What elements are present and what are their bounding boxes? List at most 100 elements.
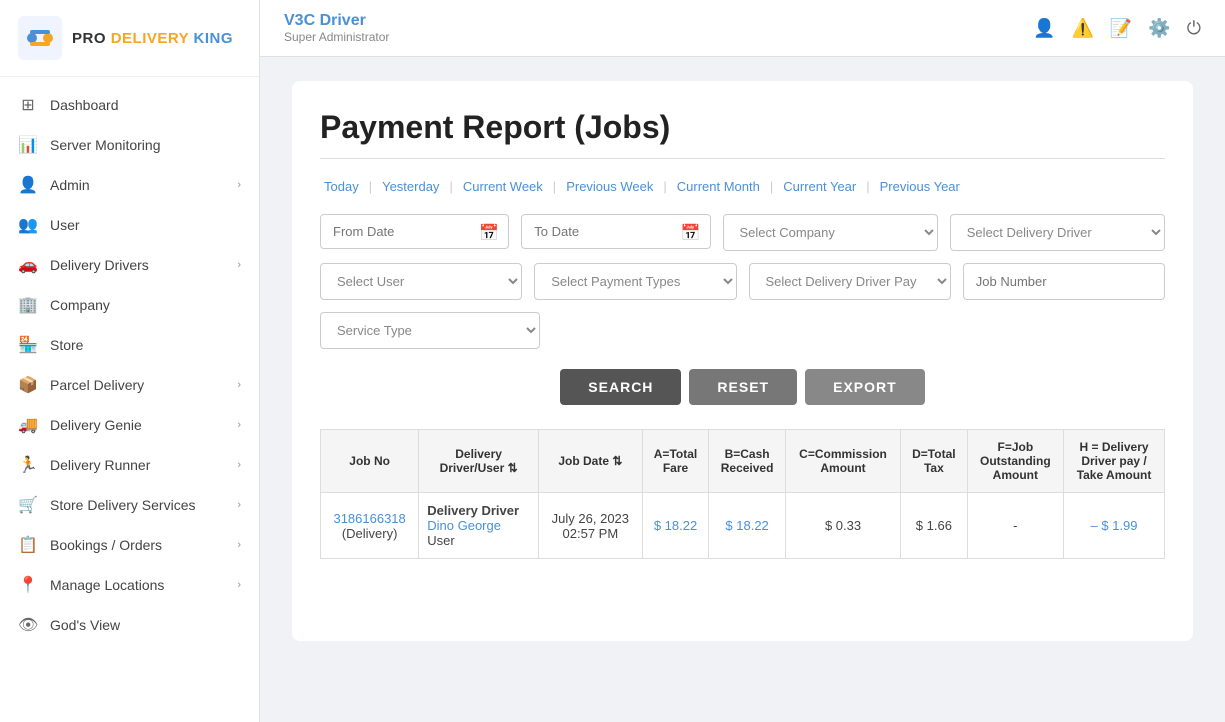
alert-icon[interactable]: ⚠️ bbox=[1071, 18, 1093, 39]
nav-icon-parcel-delivery: 📦 bbox=[18, 375, 38, 395]
page-card: Payment Report (Jobs) Today | Yesterday | Cu… bbox=[292, 81, 1193, 641]
job-type: (Delivery) bbox=[342, 526, 398, 541]
nav-icon-delivery-drivers: 🚗 bbox=[18, 255, 38, 275]
sidebar-item-dashboard[interactable]: ⊞ Dashboard bbox=[0, 85, 259, 125]
to-date-wrapper: 📅 bbox=[521, 214, 710, 251]
sidebar-item-label-bookings-orders: Bookings / Orders bbox=[50, 537, 162, 553]
table-header-row: Job No DeliveryDriver/User ⇅ Job Date ⇅ … bbox=[321, 430, 1165, 493]
cell-job-date: July 26, 202302:57 PM bbox=[538, 493, 642, 559]
content: Payment Report (Jobs) Today | Yesterday | Cu… bbox=[260, 57, 1225, 722]
date-filter-sep-0: | bbox=[369, 179, 372, 194]
main-area: V3C Driver Super Administrator 👤 ⚠️ 📝 ⚙️… bbox=[260, 0, 1225, 722]
sidebar-item-server-monitoring[interactable]: 📊 Server Monitoring bbox=[0, 125, 259, 165]
total-fare-link[interactable]: $ 18.22 bbox=[654, 518, 697, 533]
logo-delivery: DELIVERY bbox=[111, 30, 189, 47]
topbar-left: V3C Driver Super Administrator bbox=[284, 12, 389, 44]
driver-link[interactable]: Dino George bbox=[427, 518, 501, 533]
select-user[interactable]: Select User bbox=[320, 263, 522, 300]
date-filter-current-month[interactable]: Current Month bbox=[673, 177, 764, 196]
search-button[interactable]: SEARCH bbox=[560, 369, 681, 405]
nav-icon-server-monitoring: 📊 bbox=[18, 135, 38, 155]
nav-icon-store: 🏪 bbox=[18, 335, 38, 355]
filter-row-3: Service Type bbox=[320, 312, 540, 349]
user-icon[interactable]: 👤 bbox=[1033, 18, 1055, 39]
nav-icon-delivery-genie: 🚚 bbox=[18, 415, 38, 435]
col-job-date: Job Date ⇅ bbox=[538, 430, 642, 493]
date-filters: Today | Yesterday | Current Week | Previous We… bbox=[320, 177, 1165, 196]
sidebar-item-store-delivery-services[interactable]: 🛒 Store Delivery Services › bbox=[0, 485, 259, 525]
sidebar-item-store[interactable]: 🏪 Store bbox=[0, 325, 259, 365]
topbar: V3C Driver Super Administrator 👤 ⚠️ 📝 ⚙️… bbox=[260, 0, 1225, 57]
topbar-icons: 👤 ⚠️ 📝 ⚙️ ⏻ bbox=[1033, 18, 1201, 39]
sidebar-item-manage-locations[interactable]: 📍 Manage Locations › bbox=[0, 565, 259, 605]
sidebar-item-label-user: User bbox=[50, 217, 80, 233]
cell-cash-received: $ 18.22 bbox=[709, 493, 786, 559]
reset-button[interactable]: RESET bbox=[689, 369, 797, 405]
export-button[interactable]: EXPORT bbox=[805, 369, 925, 405]
from-date-input[interactable] bbox=[320, 214, 509, 249]
sidebar-item-parcel-delivery[interactable]: 📦 Parcel Delivery › bbox=[0, 365, 259, 405]
cell-driver-pay: – $ 1.99 bbox=[1064, 493, 1165, 559]
notes-icon[interactable]: 📝 bbox=[1110, 18, 1132, 39]
date-filter-current-year[interactable]: Current Year bbox=[779, 177, 860, 196]
sidebar-item-label-manage-locations: Manage Locations bbox=[50, 577, 164, 593]
col-driver-user: DeliveryDriver/User ⇅ bbox=[419, 430, 539, 493]
sidebar-item-label-gods-view: God's View bbox=[50, 617, 120, 633]
sidebar: PRO DELIVERY KING ⊞ Dashboard 📊 Server M… bbox=[0, 0, 260, 722]
power-icon[interactable]: ⏻ bbox=[1187, 18, 1201, 39]
sidebar-item-bookings-orders[interactable]: 📋 Bookings / Orders › bbox=[0, 525, 259, 565]
sidebar-item-company[interactable]: 🏢 Company bbox=[0, 285, 259, 325]
sidebar-item-label-delivery-runner: Delivery Runner bbox=[50, 457, 150, 473]
date-filter-yesterday[interactable]: Yesterday bbox=[378, 177, 443, 196]
sidebar-item-delivery-runner[interactable]: 🏃 Delivery Runner › bbox=[0, 445, 259, 485]
select-delivery-driver-pay[interactable]: Select Delivery Driver Pay bbox=[749, 263, 951, 300]
page-title: Payment Report (Jobs) bbox=[320, 109, 1165, 146]
driver-sub: User bbox=[427, 533, 454, 548]
date-filter-previous-year[interactable]: Previous Year bbox=[876, 177, 964, 196]
chevron-icon-store-delivery-services: › bbox=[237, 499, 241, 511]
table-row: 3186166318 (Delivery) Delivery Driver Di… bbox=[321, 493, 1165, 559]
select-delivery-driver[interactable]: Select Delivery Driver bbox=[950, 214, 1165, 251]
report-table: Job No DeliveryDriver/User ⇅ Job Date ⇅ … bbox=[320, 429, 1165, 559]
to-date-input[interactable] bbox=[521, 214, 710, 249]
date-filter-sep-5: | bbox=[866, 179, 869, 194]
cell-commission: $ 0.33 bbox=[785, 493, 900, 559]
date-filter-sep-2: | bbox=[553, 179, 556, 194]
nav-icon-dashboard: ⊞ bbox=[18, 95, 38, 115]
cell-outstanding: - bbox=[967, 493, 1063, 559]
select-payment-types[interactable]: Select Payment Types bbox=[534, 263, 736, 300]
sidebar-item-label-company: Company bbox=[50, 297, 110, 313]
sidebar-item-delivery-genie[interactable]: 🚚 Delivery Genie › bbox=[0, 405, 259, 445]
job-no-link[interactable]: 3186166318 bbox=[333, 511, 405, 526]
cell-total-fare: $ 18.22 bbox=[642, 493, 709, 559]
sidebar-item-label-server-monitoring: Server Monitoring bbox=[50, 137, 161, 153]
settings-icon[interactable]: ⚙️ bbox=[1148, 18, 1170, 39]
cell-total-tax: $ 1.66 bbox=[901, 493, 968, 559]
topbar-title: V3C Driver bbox=[284, 12, 389, 30]
sidebar-item-label-admin: Admin bbox=[50, 177, 90, 193]
select-company[interactable]: Select Company bbox=[723, 214, 938, 251]
filter-row-1: 📅 📅 Select Company Select Delivery Drive… bbox=[320, 214, 1165, 251]
date-filter-today[interactable]: Today bbox=[320, 177, 363, 196]
sidebar-item-admin[interactable]: 👤 Admin › bbox=[0, 165, 259, 205]
sidebar-nav: ⊞ Dashboard 📊 Server Monitoring 👤 Admin … bbox=[0, 77, 259, 722]
sidebar-item-label-delivery-genie: Delivery Genie bbox=[50, 417, 142, 433]
sidebar-item-delivery-drivers[interactable]: 🚗 Delivery Drivers › bbox=[0, 245, 259, 285]
col-total-fare: A=TotalFare bbox=[642, 430, 709, 493]
cell-driver-user: Delivery Driver Dino George User bbox=[419, 493, 539, 559]
sidebar-item-gods-view[interactable]: 👁 God's View bbox=[0, 605, 259, 645]
nav-icon-bookings-orders: 📋 bbox=[18, 535, 38, 555]
service-type[interactable]: Service Type bbox=[320, 312, 540, 349]
date-filter-previous-week[interactable]: Previous Week bbox=[562, 177, 657, 196]
date-filter-sep-3: | bbox=[663, 179, 666, 194]
cash-received-link[interactable]: $ 18.22 bbox=[725, 518, 768, 533]
chevron-icon-admin: › bbox=[237, 179, 241, 191]
driver-pay-link[interactable]: – $ 1.99 bbox=[1091, 518, 1138, 533]
driver-name: Delivery Driver bbox=[427, 503, 519, 518]
nav-icon-company: 🏢 bbox=[18, 295, 38, 315]
nav-icon-gods-view: 👁 bbox=[18, 615, 38, 635]
job-number-input[interactable] bbox=[963, 263, 1165, 300]
sidebar-item-user[interactable]: 👥 User bbox=[0, 205, 259, 245]
date-filter-current-week[interactable]: Current Week bbox=[459, 177, 547, 196]
col-outstanding: F=JobOutstandingAmount bbox=[967, 430, 1063, 493]
